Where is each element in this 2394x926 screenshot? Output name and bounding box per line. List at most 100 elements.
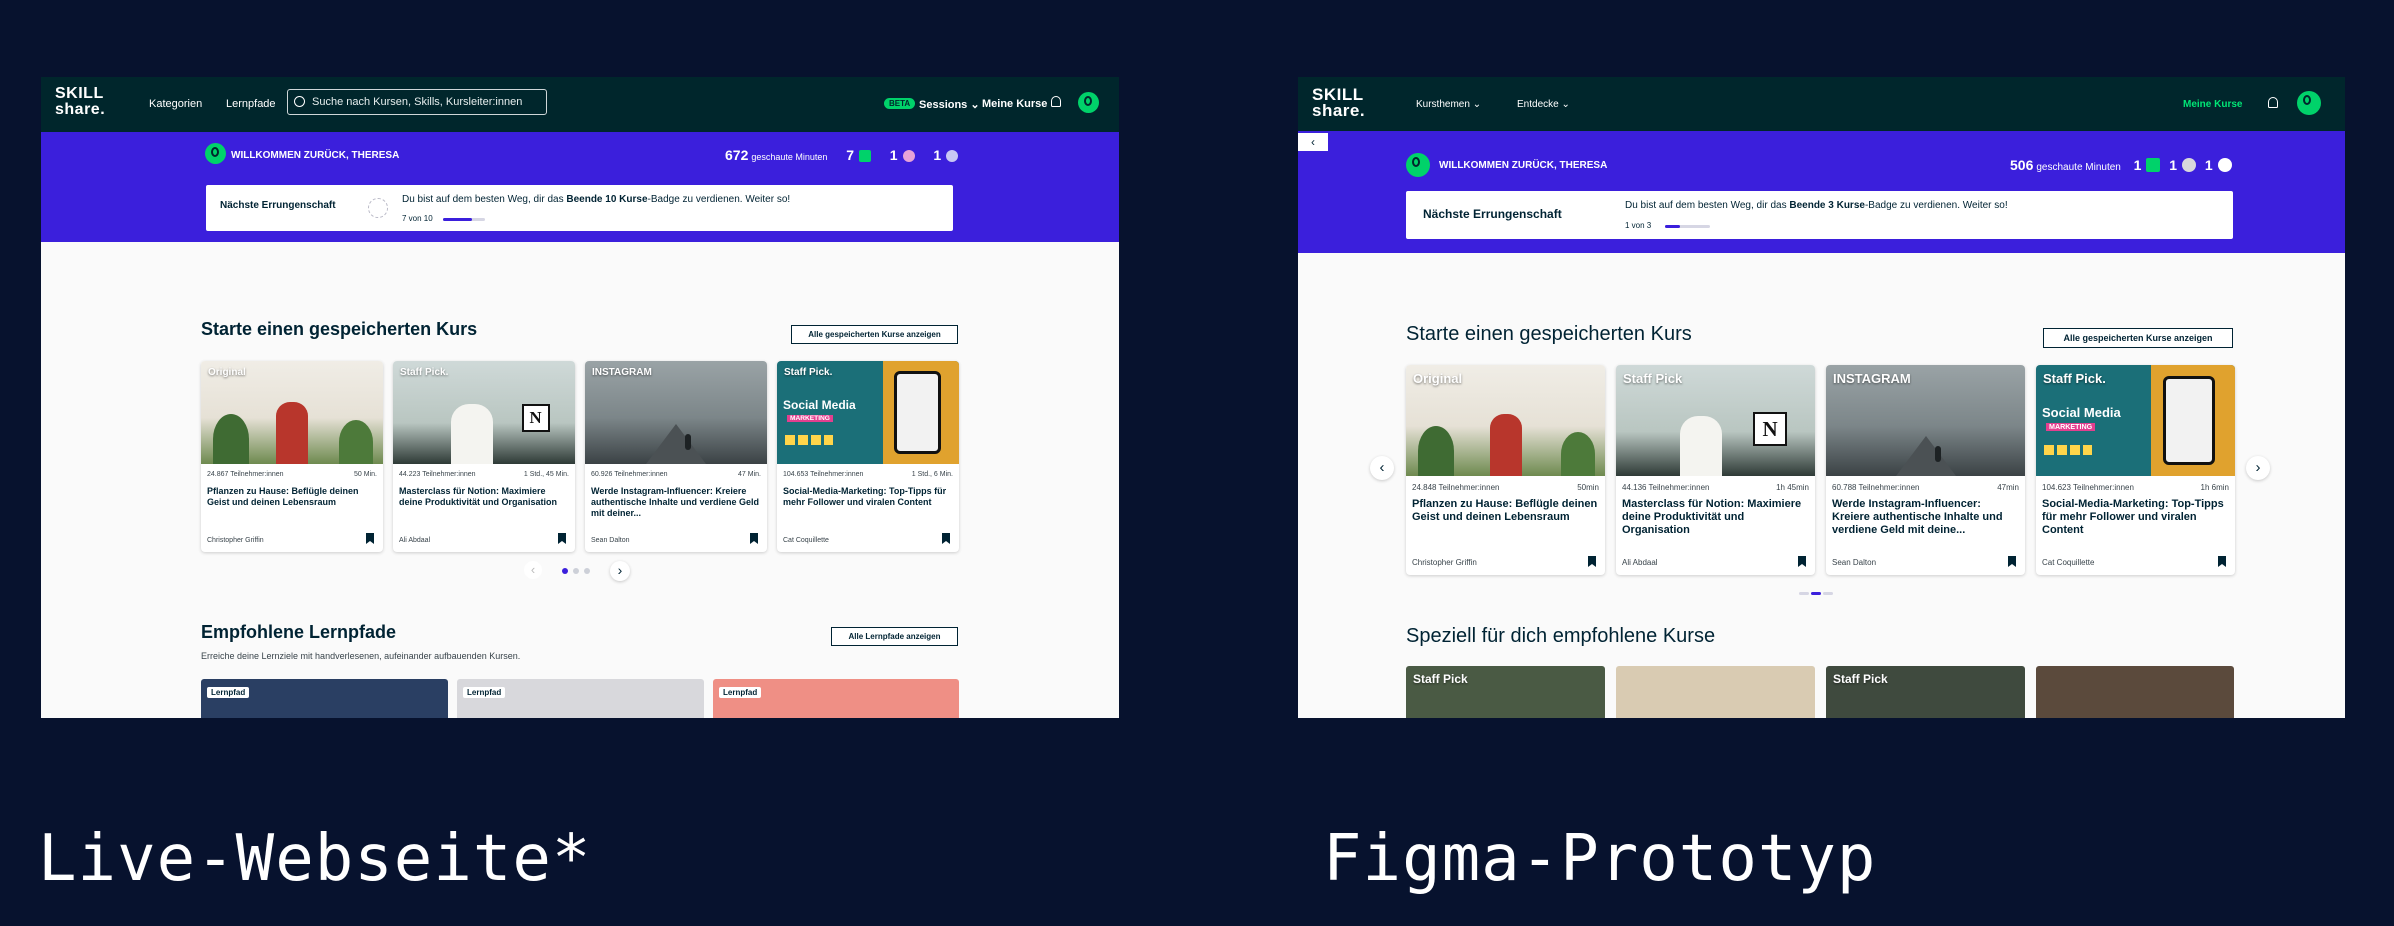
course-card[interactable]: Social Media MARKETING Staff Pick. 104.653 … bbox=[777, 361, 959, 552]
achievement-card: Nächste Errungenschaft Du bist auf dem b… bbox=[1406, 191, 2233, 239]
bookmark-icon[interactable] bbox=[1798, 556, 1806, 567]
course-thumbnail[interactable]: Social Media MARKETING Staff Pick. bbox=[2036, 365, 2235, 476]
card-author[interactable]: Sean Dalton bbox=[1832, 558, 1876, 567]
bell-icon[interactable] bbox=[2268, 97, 2278, 108]
badge-flower-icon bbox=[902, 150, 915, 162]
minutes-count: 506 bbox=[2010, 157, 2034, 173]
card-title[interactable]: Pflanzen zu Hause: Beflügle deinen Geist… bbox=[1412, 498, 1599, 524]
achievement-text-pre: Du bist auf dem besten Weg, dir das bbox=[1625, 200, 1790, 211]
carousel-dot[interactable] bbox=[584, 568, 590, 574]
carousel-dot[interactable] bbox=[1799, 592, 1809, 595]
course-thumbnail[interactable]: Original bbox=[1406, 365, 1605, 476]
course-card[interactable]: INSTAGRAM 60.926 Teilnehmer:innen 47 Min. W… bbox=[585, 361, 767, 552]
achievement-message: Du bist auf dem besten Weg, dir das Been… bbox=[402, 194, 790, 205]
learning-path-card[interactable]: Lernpfad bbox=[713, 679, 959, 718]
bookmark-icon[interactable] bbox=[942, 533, 950, 544]
recommended-course-card[interactable] bbox=[2036, 666, 2234, 718]
carousel-dot[interactable] bbox=[573, 568, 579, 574]
all-learning-paths-button[interactable]: Alle Lernpfade anzeigen bbox=[831, 627, 958, 646]
course-card[interactable]: Original 24.867 Teilnehmer:innen 50 Min. Pf… bbox=[201, 361, 383, 552]
card-badge-label: Staff Pick bbox=[1413, 672, 1468, 686]
card-student-count: 24.848 Teilnehmer:innen bbox=[1412, 483, 1500, 492]
bookmark-icon[interactable] bbox=[558, 533, 566, 544]
course-thumbnail[interactable]: Social Media MARKETING Staff Pick. bbox=[777, 361, 959, 464]
card-author[interactable]: Sean Dalton bbox=[591, 537, 630, 544]
card-title[interactable]: Pflanzen zu Hause: Beflügle deinen Geist… bbox=[207, 486, 377, 508]
phone-illustration bbox=[2163, 376, 2216, 465]
nav-learning-paths[interactable]: Lernpfade bbox=[226, 98, 276, 110]
bookmark-icon[interactable] bbox=[2218, 556, 2226, 567]
learning-path-card[interactable]: Lernpfad bbox=[457, 679, 704, 718]
social-media-text: Social Media bbox=[2042, 404, 2121, 420]
card-title[interactable]: Masterclass für Notion: Maximiere deine … bbox=[1622, 498, 1809, 538]
carousel-next-button[interactable]: › bbox=[610, 561, 630, 581]
bookmark-icon[interactable] bbox=[750, 533, 758, 544]
notion-logo-icon: N bbox=[1753, 411, 1788, 446]
course-thumbnail[interactable]: Original bbox=[201, 361, 383, 464]
nav-categories[interactable]: Kategorien bbox=[149, 98, 202, 110]
card-author[interactable]: Cat Coquillette bbox=[783, 537, 829, 544]
bell-icon[interactable] bbox=[1051, 96, 1061, 107]
road-illustration bbox=[646, 424, 706, 464]
skillshare-logo[interactable]: SKILL share. bbox=[55, 86, 105, 118]
nav-course-topics[interactable]: Kursthemen ⌄ bbox=[1416, 99, 1481, 110]
card-duration: 1h 45min bbox=[1776, 483, 1809, 492]
stats-bar: 672 geschaute Minuten 7 1 1 bbox=[725, 147, 959, 163]
avatar[interactable] bbox=[1078, 92, 1099, 113]
badge-flower-icon bbox=[2182, 158, 2197, 172]
achievement-title: Nächste Errungenschaft bbox=[220, 200, 336, 211]
card-title[interactable]: Masterclass für Notion: Maximiere deine … bbox=[399, 486, 569, 508]
carousel-next-button[interactable]: › bbox=[2246, 456, 2270, 480]
course-card[interactable]: Original 24.848 Teilnehmer:innen 50min Pfla… bbox=[1406, 365, 1605, 575]
course-thumbnail[interactable]: INSTAGRAM bbox=[585, 361, 767, 464]
nav-my-courses[interactable]: Meine Kurse bbox=[2183, 99, 2242, 110]
course-card[interactable]: Social Media MARKETING Staff Pick. 104.623 … bbox=[2036, 365, 2235, 575]
carousel-prev-button[interactable]: ‹ bbox=[524, 561, 542, 579]
course-card[interactable]: INSTAGRAM 60.788 Teilnehmer:innen 47min Wer… bbox=[1826, 365, 2025, 575]
course-thumbnail[interactable]: INSTAGRAM bbox=[1826, 365, 2025, 476]
card-title[interactable]: Werde Instagram-Influencer: Kreiere auth… bbox=[591, 486, 761, 518]
card-author[interactable]: Ali Abdaal bbox=[399, 537, 430, 544]
card-duration: 47 Min. bbox=[738, 471, 761, 478]
carousel-dot-active[interactable] bbox=[1811, 592, 1821, 595]
recommended-course-card[interactable]: Staff Pick bbox=[1826, 666, 2025, 718]
card-title[interactable]: Social-Media-Marketing: Top-Tipps für me… bbox=[783, 486, 953, 508]
carousel-prev-button[interactable]: ‹ bbox=[1370, 456, 1394, 480]
card-author[interactable]: Christopher Griffin bbox=[1412, 558, 1477, 567]
course-card[interactable]: N Staff Pick 44.136 Teilnehmer:innen 1h 45m… bbox=[1616, 365, 1815, 575]
card-title[interactable]: Social-Media-Marketing: Top-Tipps für me… bbox=[2042, 498, 2229, 538]
nav-discover[interactable]: Entdecke ⌄ bbox=[1517, 99, 1570, 110]
nav-my-courses[interactable]: Meine Kurse bbox=[982, 98, 1047, 110]
all-saved-courses-button[interactable]: Alle gespeicherten Kurse anzeigen bbox=[2043, 328, 2233, 348]
search-input[interactable]: Suche nach Kursen, Skills, Kursleiter:in… bbox=[287, 89, 547, 115]
skillshare-logo[interactable]: SKILL share. bbox=[1312, 86, 1365, 119]
minutes-label: geschaute Minuten bbox=[751, 152, 828, 162]
bookmark-icon[interactable] bbox=[1588, 556, 1596, 567]
recommended-course-card[interactable]: Staff Pick bbox=[1406, 666, 1605, 718]
carousel-dot[interactable] bbox=[1823, 592, 1833, 595]
notion-logo-icon: N bbox=[521, 404, 550, 433]
course-card[interactable]: N Staff Pick. 44.223 Teilnehmer:innen 1 Std… bbox=[393, 361, 575, 552]
card-author[interactable]: Ali Abdaal bbox=[1622, 558, 1658, 567]
carousel-dot-active[interactable] bbox=[562, 568, 568, 574]
card-student-count: 44.136 Teilnehmer:innen bbox=[1622, 483, 1710, 492]
card-author[interactable]: Christopher Griffin bbox=[207, 537, 264, 544]
course-thumbnail[interactable]: N Staff Pick. bbox=[393, 361, 575, 464]
learning-path-tag: Lernpfad bbox=[207, 687, 250, 698]
card-student-count: 60.788 Teilnehmer:innen bbox=[1832, 483, 1920, 492]
nav-sessions[interactable]: Sessions ⌄ bbox=[919, 98, 980, 111]
course-thumbnail[interactable]: N Staff Pick bbox=[1616, 365, 1815, 476]
all-saved-courses-button[interactable]: Alle gespeicherten Kurse anzeigen bbox=[791, 325, 958, 344]
card-badge-label: Original bbox=[208, 367, 246, 378]
recommended-course-card[interactable] bbox=[1616, 666, 1815, 718]
welcome-banner: WILLKOMMEN ZURÜCK, THERESA 672 geschaute … bbox=[41, 132, 1119, 242]
card-badge-label: Staff Pick. bbox=[784, 367, 833, 378]
stat-badge-2-count: 1 bbox=[2169, 157, 2178, 173]
card-title[interactable]: Werde Instagram-Influencer: Kreiere auth… bbox=[1832, 498, 2019, 538]
avatar[interactable] bbox=[2297, 91, 2321, 115]
bookmark-icon[interactable] bbox=[2008, 556, 2016, 567]
bookmark-icon[interactable] bbox=[366, 533, 374, 544]
card-author[interactable]: Cat Coquillette bbox=[2042, 558, 2094, 567]
back-button[interactable]: ‹ bbox=[1298, 133, 1328, 151]
learning-path-card[interactable]: Lernpfad bbox=[201, 679, 448, 718]
